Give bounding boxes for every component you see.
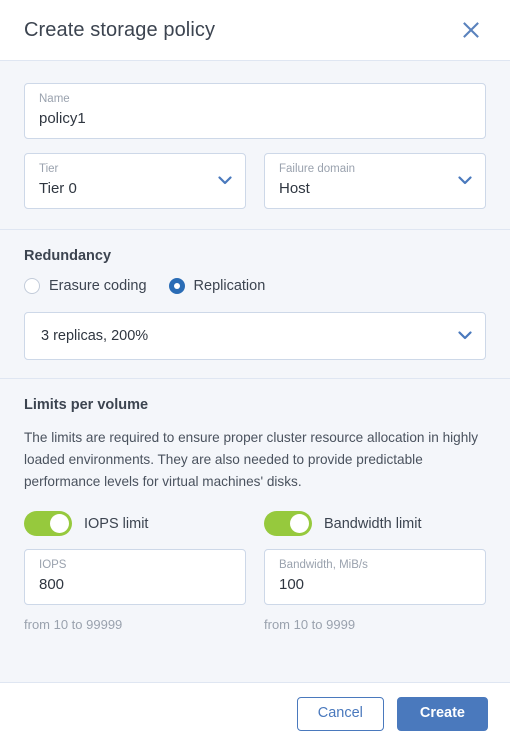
cancel-button[interactable]: Cancel [296, 696, 384, 731]
radio-erasure-coding[interactable]: Erasure coding [24, 278, 147, 294]
name-field-value: policy1 [39, 110, 86, 127]
page-title: Create storage policy [24, 18, 216, 41]
create-button[interactable]: Create [396, 696, 488, 731]
chevron-down-icon [458, 327, 472, 345]
name-field-label: Name [39, 93, 70, 105]
limits-grid: IOPS limit IOPS 800 from 10 to 99999 Ban… [24, 511, 486, 634]
iops-hint: from 10 to 99999 [24, 617, 123, 632]
tier-select-label: Tier [39, 163, 59, 175]
bandwidth-limit-toggle[interactable] [264, 511, 312, 536]
name-field[interactable]: Name policy1 [24, 83, 486, 139]
radio-icon [24, 278, 40, 294]
radio-selected-icon [168, 278, 185, 294]
redundancy-scheme-select[interactable]: 3 replicas, 200% [24, 312, 486, 360]
bandwidth-limit-toggle-row[interactable]: Bandwidth limit [264, 511, 486, 536]
redundancy-section: Redundancy Erasure coding Replication 3 … [0, 230, 510, 378]
iops-input-label: IOPS [39, 559, 67, 571]
iops-limit-toggle-label: IOPS limit [84, 515, 149, 532]
close-button[interactable] [454, 13, 488, 47]
close-icon [461, 20, 481, 40]
iops-input-value: 800 [39, 576, 65, 593]
tier-select[interactable]: Tier Tier 0 [24, 153, 246, 209]
radio-erasure-coding-label: Erasure coding [49, 278, 147, 294]
iops-limit-toggle-row[interactable]: IOPS limit [24, 511, 246, 536]
iops-limit-toggle[interactable] [24, 511, 72, 536]
radio-replication[interactable]: Replication [168, 278, 266, 294]
failure-domain-select[interactable]: Failure domain Host [264, 153, 486, 209]
failure-domain-select-value: Host [279, 180, 310, 197]
limits-description: The limits are required to ensure proper… [24, 430, 479, 489]
failure-domain-select-label: Failure domain [279, 163, 356, 175]
bandwidth-input-value: 100 [279, 576, 305, 593]
general-section: Name policy1 Tier Tier 0 Failure domain … [0, 61, 510, 229]
bandwidth-column: Bandwidth limit Bandwidth, MiB/s 100 fro… [264, 511, 486, 634]
iops-column: IOPS limit IOPS 800 from 10 to 99999 [24, 511, 246, 634]
chevron-down-icon [218, 172, 232, 190]
limits-section: Limits per volume The limits are require… [0, 379, 510, 644]
toggle-knob [50, 514, 69, 533]
redundancy-scheme-value: 3 replicas, 200% [41, 328, 149, 344]
toggle-knob [290, 514, 309, 533]
redundancy-heading: Redundancy [24, 248, 112, 264]
bandwidth-input-label: Bandwidth, MiB/s [279, 559, 368, 571]
chevron-down-icon [458, 172, 472, 190]
redundancy-radio-group: Erasure coding Replication [24, 278, 486, 294]
dialog-footer: Cancel Create [0, 682, 510, 744]
dialog-header: Create storage policy [0, 0, 510, 61]
radio-replication-label: Replication [193, 278, 266, 294]
tier-select-value: Tier 0 [39, 180, 77, 197]
iops-input[interactable]: IOPS 800 [24, 549, 246, 605]
limits-heading: Limits per volume [24, 397, 149, 413]
bandwidth-hint: from 10 to 9999 [264, 617, 356, 632]
tier-failure-row: Tier Tier 0 Failure domain Host [24, 153, 486, 209]
bandwidth-limit-toggle-label: Bandwidth limit [324, 515, 422, 532]
bandwidth-input[interactable]: Bandwidth, MiB/s 100 [264, 549, 486, 605]
dialog-body: Name policy1 Tier Tier 0 Failure domain … [0, 61, 510, 682]
